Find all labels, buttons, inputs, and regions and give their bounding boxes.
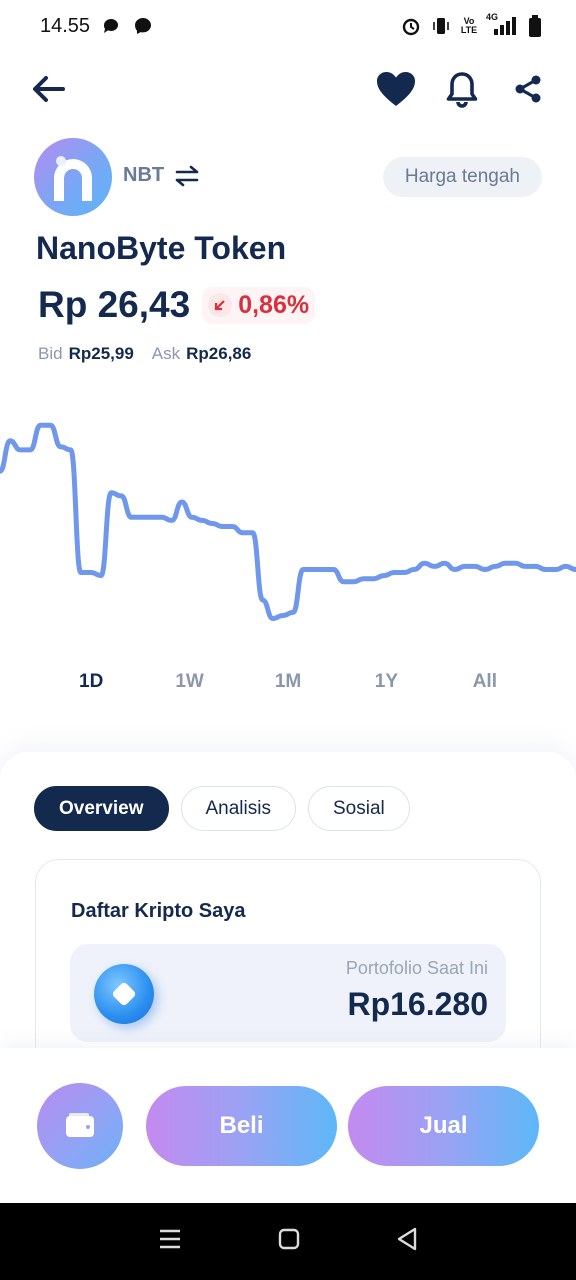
arrow-left-icon <box>33 76 65 102</box>
portfolio-title: Daftar Kripto Saya <box>71 900 246 922</box>
system-nav-bar <box>0 1203 576 1280</box>
price-chart[interactable] <box>0 400 576 650</box>
tab-analisis[interactable]: Analisis <box>180 786 296 831</box>
token-logo-dot <box>56 156 66 166</box>
ask-group: Ask Rp26,86 <box>152 344 252 364</box>
portfolio-value: Rp16.280 <box>347 986 488 1022</box>
menu-icon <box>160 1229 180 1249</box>
back-triangle-icon <box>397 1227 417 1251</box>
wallet-button[interactable] <box>37 1083 123 1169</box>
home-square-icon <box>278 1228 300 1250</box>
swap-arrows-icon <box>175 165 199 186</box>
top-nav <box>0 60 576 118</box>
heart-icon <box>377 72 415 106</box>
wallet-icon <box>66 1113 94 1137</box>
range-tab-1d[interactable]: 1D <box>42 662 140 702</box>
system-home-button[interactable] <box>278 1228 300 1255</box>
back-button[interactable] <box>26 67 70 111</box>
battery-icon <box>524 15 546 37</box>
network-type: 4G <box>486 12 499 22</box>
arrow-down-left-icon <box>208 293 233 317</box>
ask-value: Rp26,86 <box>186 344 252 363</box>
bell-icon <box>446 72 478 108</box>
price-series-line <box>0 422 576 621</box>
range-tab-1m[interactable]: 1M <box>239 662 337 702</box>
price-change: 0,86% <box>202 286 316 324</box>
system-menu-button[interactable] <box>158 1228 182 1255</box>
bid-group: Bid Rp25,99 <box>38 344 134 364</box>
volte-icon: Vo LTE <box>460 16 478 35</box>
range-tabs: 1D 1W 1M 1Y All <box>42 662 534 702</box>
bid-value: Rp25,99 <box>68 344 134 363</box>
sell-button[interactable]: Jual <box>348 1086 539 1166</box>
vibrate-icon <box>430 15 452 37</box>
range-tab-1y[interactable]: 1Y <box>337 662 435 702</box>
range-tab-1w[interactable]: 1W <box>140 662 238 702</box>
alarm-icon <box>400 15 422 37</box>
portfolio-summary[interactable]: Portofolio Saat Ini Rp16.280 <box>70 944 506 1042</box>
token-symbol: NBT <box>123 164 165 186</box>
messenger-icon <box>132 15 154 37</box>
share-icon <box>515 75 541 103</box>
status-left: 14.55 <box>40 15 154 38</box>
ask-label: Ask <box>151 344 181 363</box>
coin-gem <box>111 981 137 1007</box>
status-bar: 14.55 Vo LTE 4G <box>0 0 576 52</box>
system-back-button[interactable] <box>396 1227 418 1256</box>
content-tabs: Overview Analisis Sosial <box>34 786 410 831</box>
nav-actions <box>374 67 550 111</box>
status-time: 14.55 <box>40 14 91 37</box>
tab-overview[interactable]: Overview <box>34 786 169 831</box>
price-alert-button[interactable] <box>440 67 484 111</box>
token-symbol-row[interactable]: NBT <box>123 164 200 187</box>
token-name: NanoByte Token <box>36 230 287 266</box>
price-change-value: 0,86% <box>238 290 310 319</box>
price-chart-svg <box>0 422 576 621</box>
bid-ask-row: Bid Rp25,99 Ask Rp26,86 <box>38 344 251 364</box>
status-right: Vo LTE 4G <box>400 12 546 37</box>
tab-sosial[interactable]: Sosial <box>307 786 410 831</box>
bid-label: Bid <box>38 344 63 363</box>
price-row: Rp 26,43 0,86% <box>38 284 316 326</box>
mid-price-label: Harga tengah <box>404 166 520 187</box>
detail-sheet: Overview Analisis Sosial Daftar Kripto Say… <box>0 752 576 1119</box>
token-logo <box>34 138 112 216</box>
chat-icon <box>100 15 122 37</box>
buy-button[interactable]: Beli <box>146 1086 337 1166</box>
token-header: NBT Harga tengah <box>34 138 542 216</box>
current-price: Rp 26,43 <box>38 284 191 325</box>
range-tab-all[interactable]: All <box>436 662 534 702</box>
share-button[interactable] <box>506 67 550 111</box>
mid-price-toggle[interactable]: Harga tengah <box>382 157 542 197</box>
favorite-button[interactable] <box>374 67 418 111</box>
portfolio-label: Portofolio Saat Ini <box>345 958 488 978</box>
action-bar: Beli Jual <box>0 1048 576 1203</box>
coin-icon <box>94 964 154 1024</box>
signal-4g-icon: 4G <box>486 12 516 37</box>
